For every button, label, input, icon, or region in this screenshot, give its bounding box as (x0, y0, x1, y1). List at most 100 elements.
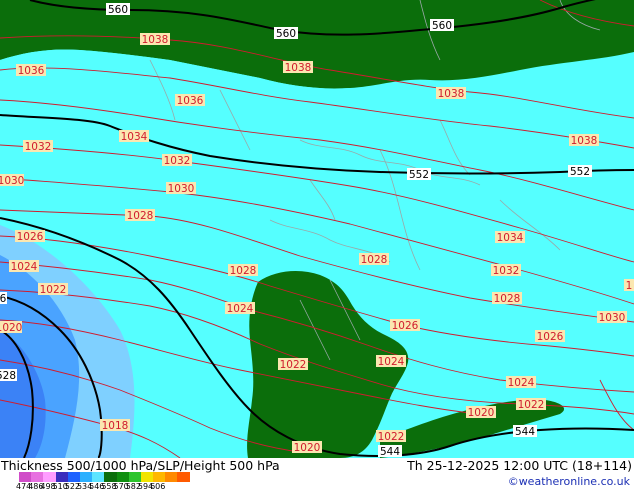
slp-label: 1030 (166, 182, 196, 195)
slp-label: 1022 (278, 358, 308, 371)
slp-label: 1018 (100, 419, 130, 432)
colorbar-segment (31, 472, 44, 482)
svg-text:1026: 1026 (17, 231, 44, 243)
svg-text:1024: 1024 (508, 377, 535, 389)
slp-label: 1038 (436, 87, 466, 100)
slp-label: 1024 (506, 376, 536, 389)
svg-text:6: 6 (0, 293, 7, 305)
credit-link[interactable]: ©weatheronline.co.uk (508, 475, 630, 488)
svg-text:1038: 1038 (142, 34, 169, 46)
slp-label: 1024 (9, 260, 39, 273)
svg-text:1030: 1030 (599, 312, 626, 324)
svg-text:1026: 1026 (537, 331, 564, 343)
colorbar-segment (165, 472, 178, 482)
svg-text:1028: 1028 (127, 210, 154, 222)
colorbar-segment (128, 472, 141, 482)
slp-label: 1028 (125, 209, 155, 222)
slp-label: 1026 (390, 319, 420, 332)
slp-label: 1032 (491, 264, 521, 277)
height500-label: 552 (568, 165, 592, 178)
height500-label: 560 (430, 19, 454, 32)
svg-text:1020: 1020 (294, 442, 321, 454)
svg-text:1024: 1024 (227, 303, 254, 315)
slp-label: 1038 (140, 33, 170, 46)
slp-label: 1028 (228, 264, 258, 277)
thickness-colorbar (19, 472, 190, 482)
svg-text:528: 528 (0, 370, 16, 382)
slp-label: 1036 (175, 94, 205, 107)
svg-text:1038: 1038 (285, 62, 312, 74)
svg-text:552: 552 (409, 169, 429, 181)
slp-label: 1026 (535, 330, 565, 343)
map-valid-time: Th 25-12-2025 12:00 UTC (18+114) (407, 458, 632, 473)
slp-label: 1022 (38, 283, 68, 296)
colorbar-segment (104, 472, 117, 482)
svg-text:560: 560 (276, 28, 296, 40)
slp-label: 1032 (23, 140, 53, 153)
colorbar-segment (177, 472, 190, 482)
svg-text:1032: 1032 (493, 265, 520, 277)
svg-text:1036: 1036 (18, 65, 45, 77)
svg-text:1030: 1030 (0, 175, 24, 187)
height500-label: 528 (0, 369, 17, 382)
slp-label: 1026 (15, 230, 45, 243)
svg-text:1020: 1020 (468, 407, 495, 419)
svg-text:1028: 1028 (230, 265, 257, 277)
slp-label: 1030 (597, 311, 627, 324)
slp-label: 1 (624, 279, 634, 292)
svg-text:544: 544 (380, 446, 400, 458)
slp-label: 1020 (292, 441, 322, 454)
colorbar-segment (153, 472, 166, 482)
svg-text:1022: 1022 (280, 359, 307, 371)
colorbar-segment (55, 472, 68, 482)
svg-text:1028: 1028 (361, 254, 388, 266)
slp-label: 1020 (466, 406, 496, 419)
slp-label: 1034 (119, 130, 149, 143)
slp-label: 1028 (359, 253, 389, 266)
colorbar-segment (92, 472, 105, 482)
height500-label: 544 (513, 425, 537, 438)
map-title: Thickness 500/1000 hPa/SLP/Height 500 hP… (1, 458, 280, 473)
svg-text:1028: 1028 (494, 293, 521, 305)
svg-text:1026: 1026 (392, 320, 419, 332)
svg-text:560: 560 (108, 4, 128, 16)
svg-text:1034: 1034 (121, 131, 148, 143)
svg-text:1020: 1020 (0, 322, 22, 334)
svg-text:1032: 1032 (25, 141, 52, 153)
svg-text:1038: 1038 (571, 135, 598, 147)
height500-label: 552 (407, 168, 431, 181)
height500-label: 544 (378, 445, 402, 458)
svg-text:1032: 1032 (164, 155, 191, 167)
svg-text:560: 560 (432, 20, 452, 32)
svg-text:552: 552 (570, 166, 590, 178)
slp-label: 1034 (495, 231, 525, 244)
slp-label: 1024 (225, 302, 255, 315)
slp-label: 1032 (162, 154, 192, 167)
slp-label: 1036 (16, 64, 46, 77)
slp-label: 1028 (492, 292, 522, 305)
svg-text:1024: 1024 (11, 261, 38, 273)
slp-label: 1022 (376, 430, 406, 443)
slp-label: 1038 (569, 134, 599, 147)
svg-text:1022: 1022 (40, 284, 67, 296)
svg-text:1: 1 (626, 280, 633, 292)
svg-text:1024: 1024 (378, 356, 405, 368)
svg-text:1030: 1030 (168, 183, 195, 195)
slp-label: 1038 (283, 61, 313, 74)
slp-label: 1024 (376, 355, 406, 368)
svg-text:1022: 1022 (518, 399, 545, 411)
height500-label: 560 (274, 27, 298, 40)
slp-label: 1030 (0, 174, 24, 187)
colorbar-segment (43, 472, 56, 482)
colorbar-segment (67, 472, 80, 482)
colorbar-segment (79, 472, 93, 482)
svg-text:544: 544 (515, 426, 535, 438)
colorbar-segment (140, 472, 154, 482)
slp-label: 1020 (0, 321, 22, 334)
slp-label: 1022 (516, 398, 546, 411)
map-footer: Thickness 500/1000 hPa/SLP/Height 500 hP… (0, 458, 634, 491)
height500-label: 560 (106, 3, 130, 16)
weather-map: 560 560 560 552 552 544 544 6 28 1038 10… (0, 0, 634, 459)
svg-text:1022: 1022 (378, 431, 405, 443)
svg-text:1034: 1034 (497, 232, 524, 244)
